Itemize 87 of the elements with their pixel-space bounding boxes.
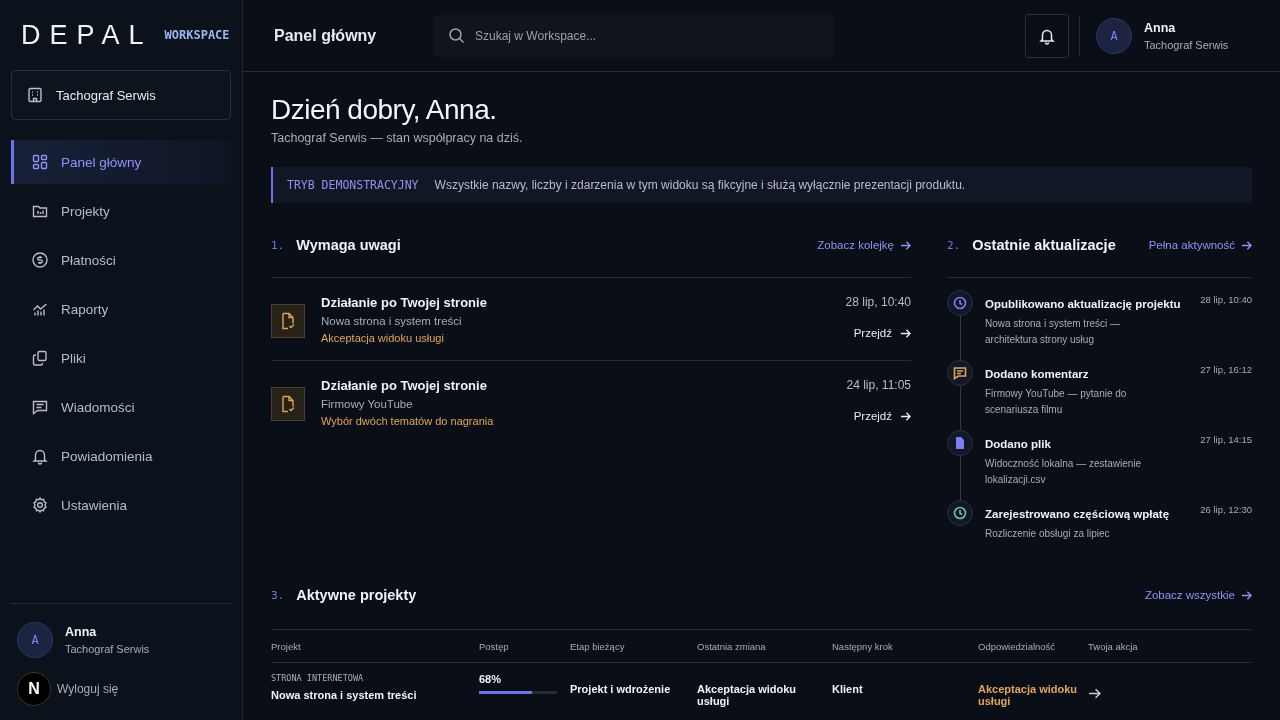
update-title: Zarejestrowano częściową wpłatę bbox=[985, 507, 1170, 520]
update-title: Opublikowano aktualizację projektu bbox=[985, 297, 1181, 310]
workspace-selector[interactable]: Tachograf Serwis bbox=[11, 70, 231, 120]
nav-item[interactable]: Panel główny bbox=[11, 140, 231, 184]
task-time: 28 lip, 10:40 bbox=[845, 295, 911, 309]
arrow-icon bbox=[900, 410, 911, 422]
task-title: Działanie po Twojej stronie bbox=[321, 295, 488, 310]
task-time: 24 lip, 11:05 bbox=[846, 378, 911, 392]
arrow-icon bbox=[900, 327, 911, 339]
table-cell-text: Klient bbox=[832, 682, 864, 695]
nav-item[interactable]: Projekty bbox=[11, 189, 231, 233]
column-header: Odpowiedzialność bbox=[978, 640, 1057, 652]
task-description: Akceptacja widoku usługi bbox=[321, 332, 445, 344]
demo-text: Wszystkie nazwy, liczby i zdarzenia w tym widoku są fikcyjne i służą wyłącznie prezentacji produktu. bbox=[434, 178, 966, 192]
logo: DEPAL bbox=[21, 19, 153, 51]
search-field[interactable]: Szukaj w Workspace... bbox=[434, 14, 834, 57]
grid-icon bbox=[31, 153, 49, 171]
section-number: 1. bbox=[271, 238, 285, 252]
section-number: 2. bbox=[947, 238, 961, 252]
file-check-icon bbox=[271, 304, 305, 338]
arrow-icon bbox=[900, 239, 911, 251]
greeting-subtitle: Tachograf Serwis — stan współpracy na dziś. bbox=[271, 131, 524, 145]
avatar[interactable]: A bbox=[1096, 17, 1132, 54]
column-header: Postęp bbox=[479, 640, 510, 652]
task-project: Nowa strona i system treści bbox=[321, 315, 463, 327]
go-link[interactable]: Przejdź bbox=[853, 410, 911, 422]
update-description: Firmowy YouTube — pytanie do scenariusza filmu bbox=[985, 387, 1128, 417]
update-time: 28 lip, 10:40 bbox=[1200, 294, 1252, 307]
update-title: Dodano komentarz bbox=[985, 367, 1089, 380]
go-link[interactable]: Przejdź bbox=[853, 327, 911, 339]
nav-item[interactable]: Powiadomienia bbox=[11, 434, 231, 478]
update-title: Dodano plik bbox=[985, 437, 1051, 450]
project-type: STRONA INTERNETOWA bbox=[271, 673, 365, 683]
nav-item[interactable]: Wiadomości bbox=[11, 385, 231, 429]
column-header: Następny krok bbox=[832, 640, 894, 652]
progress-value: 68% bbox=[479, 673, 503, 685]
update-description: Nowa strona i system treści — architektura strony usług bbox=[985, 317, 1122, 347]
files-icon bbox=[31, 349, 49, 367]
logo-tag: WORKSPACE bbox=[164, 28, 230, 42]
activity-link[interactable]: Pełna aktywność bbox=[1148, 239, 1252, 251]
user-company: Tachograf Serwis bbox=[1144, 38, 1229, 51]
column-header: Ostatnia zmiana bbox=[697, 640, 767, 652]
nav-item[interactable]: Ustawienia bbox=[11, 483, 231, 527]
table-cell-text: Akceptacja widoku usługi bbox=[978, 682, 1078, 707]
table-cell-text: Projekt i wdrożenie bbox=[570, 682, 672, 695]
update-description: Widoczność lokalna — zestawienie lokalizacji.csv bbox=[985, 457, 1143, 487]
arrow-icon bbox=[1241, 589, 1252, 601]
task-description: Wybór dwóch tematów do nagrania bbox=[321, 415, 495, 427]
message-icon bbox=[31, 398, 49, 416]
file-check-icon bbox=[271, 387, 305, 421]
project-name: Nowa strona i system treści bbox=[271, 689, 418, 701]
queue-link[interactable]: Zobacz kolejkę bbox=[817, 239, 911, 251]
update-time: 26 lip, 12:30 bbox=[1200, 504, 1252, 517]
all-projects-link[interactable]: Zobacz wszystkie bbox=[1144, 589, 1252, 601]
demo-label: TRYB DEMONSTRACYJNY bbox=[287, 178, 419, 192]
user-name: Anna bbox=[1144, 20, 1177, 35]
arrow-icon[interactable] bbox=[1088, 687, 1101, 700]
settings-icon bbox=[31, 496, 49, 514]
dev-badge[interactable]: N bbox=[17, 672, 51, 706]
table-cell-text: Akceptacja widoku usługi bbox=[697, 682, 798, 707]
logout-link[interactable]: Wyloguj się bbox=[57, 682, 119, 696]
user-name: Anna bbox=[65, 625, 98, 639]
update-time: 27 lip, 16:12 bbox=[1200, 364, 1252, 377]
notifications-button[interactable] bbox=[1025, 13, 1069, 58]
task-project: Firmowy YouTube bbox=[321, 398, 414, 410]
update-description: Rozliczenie obsługi za lipiec bbox=[985, 527, 1111, 541]
section-number: 3. bbox=[271, 588, 285, 602]
nav-item[interactable]: Płatności bbox=[11, 238, 231, 282]
user-company: Tachograf Serwis bbox=[65, 643, 150, 655]
nav-item[interactable]: Raporty bbox=[11, 287, 231, 331]
column-header: Twoja akcja bbox=[1088, 640, 1139, 652]
nav-item[interactable]: Pliki bbox=[11, 336, 231, 380]
avatar: A bbox=[17, 622, 53, 658]
bell-icon bbox=[31, 447, 49, 465]
column-header: Etap bieżący bbox=[570, 640, 626, 652]
section-title: Wymaga uwagi bbox=[296, 237, 401, 253]
task-title: Działanie po Twojej stronie bbox=[321, 378, 488, 393]
page-title: Panel główny bbox=[274, 26, 378, 45]
dollar-icon bbox=[31, 251, 49, 269]
greeting-title: Dzień dobry, Anna. bbox=[271, 94, 498, 126]
arrow-icon bbox=[1241, 239, 1252, 251]
column-header: Projekt bbox=[271, 640, 302, 652]
building-icon bbox=[26, 86, 44, 104]
search-icon bbox=[448, 26, 465, 44]
update-time: 27 lip, 14:15 bbox=[1200, 434, 1252, 447]
section-title: Ostatnie aktualizacje bbox=[972, 237, 1116, 253]
section-title: Aktywne projekty bbox=[296, 587, 417, 603]
